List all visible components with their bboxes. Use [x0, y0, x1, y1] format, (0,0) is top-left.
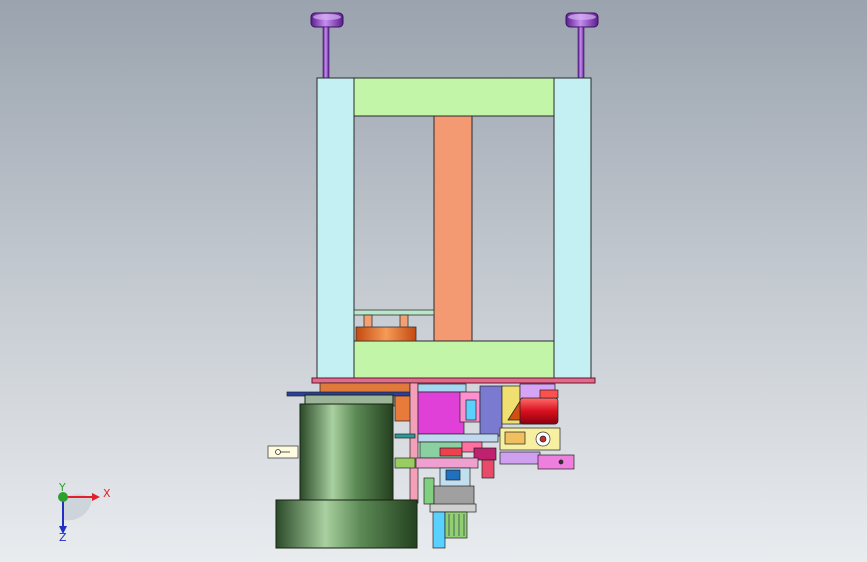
- handle-knob-icon: [568, 14, 596, 20]
- bottom-beam[interactable]: [353, 340, 555, 379]
- inner-bracket[interactable]: [353, 309, 435, 342]
- y-axis-label: Y: [58, 481, 66, 494]
- top-beam[interactable]: [353, 77, 555, 117]
- x-axis-label: X: [103, 487, 111, 500]
- z-axis-label: Z: [59, 531, 67, 544]
- handle-knob-icon: [313, 14, 341, 20]
- cad-model-view[interactable]: X Y Z: [0, 0, 867, 562]
- right-handle[interactable]: [565, 12, 599, 79]
- center-column[interactable]: [433, 115, 473, 342]
- key-tag-icon: [267, 445, 299, 459]
- base-plate[interactable]: [311, 377, 596, 384]
- coordinate-triad: X Y Z: [58, 481, 111, 544]
- left-column[interactable]: [316, 77, 355, 379]
- graphics-viewport[interactable]: X Y Z: [0, 0, 867, 562]
- x-axis-arrow-icon: [92, 493, 100, 501]
- left-handle[interactable]: [310, 12, 344, 79]
- right-column[interactable]: [553, 77, 592, 379]
